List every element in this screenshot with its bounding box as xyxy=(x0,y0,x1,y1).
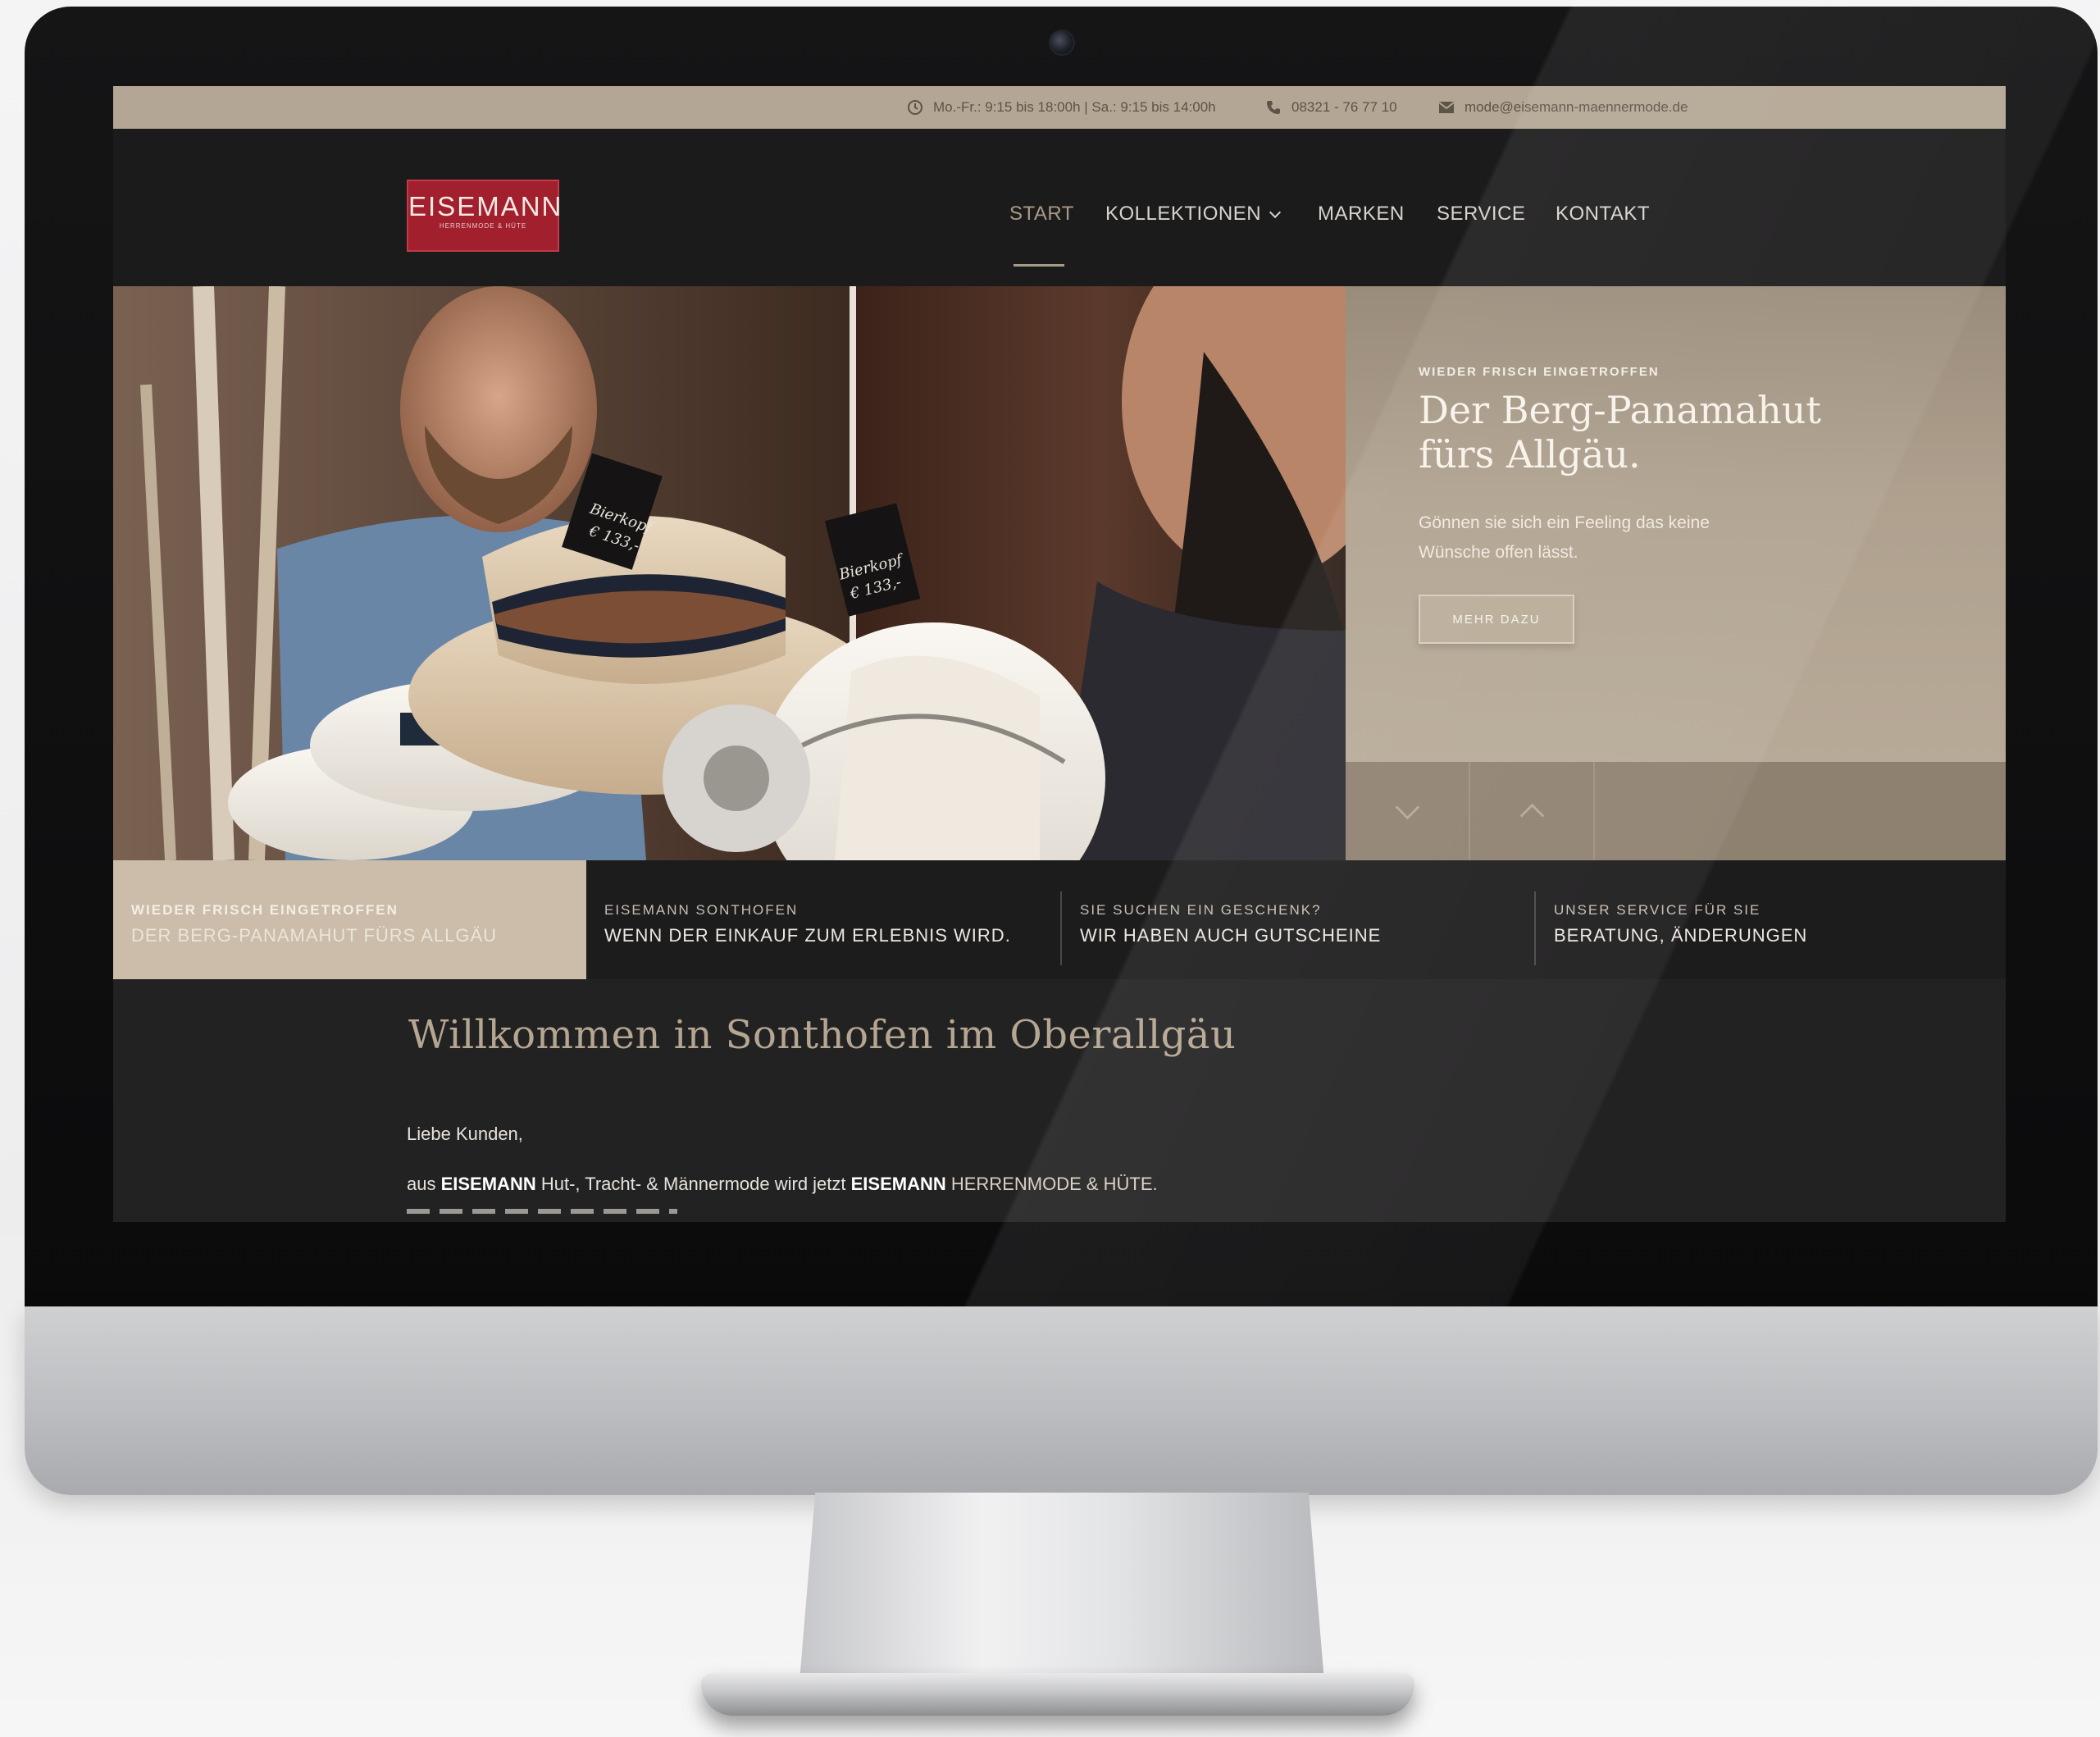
nav-service[interactable]: SERVICE xyxy=(1437,203,1525,226)
main-navigation: EISEMANN HERRENMODE & HÜTE START KOLLEKT… xyxy=(113,129,2006,286)
welcome-title: Willkommen in Sonthofen im Oberallgäu xyxy=(408,1012,1237,1058)
eisemann-logo[interactable]: EISEMANN HERRENMODE & HÜTE xyxy=(407,180,563,252)
slider-prev-button[interactable] xyxy=(1470,762,1595,860)
chevron-down-icon xyxy=(1269,206,1282,219)
email-link[interactable]: mode@eisemann-maennermode.de xyxy=(1438,99,1688,116)
teaser-eyebrow: UNSER SERVICE FÜR SIE xyxy=(1554,902,1761,918)
welcome-intro: aus EISEMANN Hut-, Tracht- & Männermode … xyxy=(407,1174,1158,1195)
intro-brand-old: EISEMANN xyxy=(440,1174,536,1194)
teaser-eyebrow: WIEDER FRISCH EINGETROFFEN xyxy=(131,902,399,918)
hero-title-line-1: Der Berg-Panamahut xyxy=(1419,388,1821,432)
teaser-row: WIEDER FRISCH EINGETROFFEN DER BERG-PANA… xyxy=(113,860,2006,979)
teaser-title: BERATUNG, ÄNDERUNGEN xyxy=(1554,925,1808,946)
teaser-panamahut[interactable]: WIEDER FRISCH EINGETROFFEN DER BERG-PANA… xyxy=(113,860,586,979)
logo-tagline: HERRENMODE & HÜTE xyxy=(439,222,527,230)
chevron-up-icon xyxy=(1519,803,1544,827)
intro-prefix: aus xyxy=(407,1174,441,1194)
monitor-chin xyxy=(25,1306,2098,1495)
intro-brand-new: EISEMANN xyxy=(850,1174,946,1194)
opening-hours: Mo.-Fr.: 9:15 bis 18:00h | Sa.: 9:15 bis… xyxy=(907,99,1216,116)
email-text: mode@eisemann-maennermode.de xyxy=(1465,99,1688,115)
teaser-title: DER BERG-PANAMAHUT FÜRS ALLGÄU xyxy=(131,925,498,946)
monitor-stand-base xyxy=(701,1673,1414,1716)
welcome-greeting: Liebe Kunden, xyxy=(407,1124,523,1144)
teaser-sonthofen[interactable]: EISEMANN SONTHOFEN WENN DER EINKAUF ZUM … xyxy=(586,860,1059,979)
logo-name: EISEMANN xyxy=(408,191,563,221)
phone-link[interactable]: 08321 - 76 77 10 xyxy=(1265,99,1397,116)
opening-hours-text: Mo.-Fr.: 9:15 bis 18:00h | Sa.: 9:15 bis… xyxy=(933,99,1216,115)
hero-title: Der Berg-Panamahut fürs Allgäu. xyxy=(1419,388,1845,476)
intro-suffix: HERRENMODE & HÜTE. xyxy=(945,1174,1158,1194)
cut-off-text-line xyxy=(407,1209,677,1214)
phone-icon xyxy=(1265,99,1282,116)
teaser-gutscheine[interactable]: SIE SUCHEN EIN GESCHENK? WIR HABEN AUCH … xyxy=(1062,860,1535,979)
clock-icon xyxy=(907,99,923,116)
teaser-title: WENN DER EINKAUF ZUM ERLEBNIS WIRD. xyxy=(604,925,1011,946)
hero-title-line-2: fürs Allgäu. xyxy=(1419,432,1641,476)
phone-text: 08321 - 76 77 10 xyxy=(1291,99,1397,115)
teaser-service[interactable]: UNSER SERVICE FÜR SIE BERATUNG, ÄNDERUNG… xyxy=(1536,860,2006,979)
webcam-icon xyxy=(1049,30,1075,56)
hero-text: Gönnen sie sich ein Feeling das keine Wü… xyxy=(1419,513,1710,562)
nav-kollektionen[interactable]: KOLLEKTIONEN xyxy=(1105,203,1282,226)
slider-next-button[interactable] xyxy=(1346,762,1470,860)
intro-middle: Hut-, Tracht- & Männermode wird jetzt xyxy=(535,1174,851,1194)
welcome-section: Willkommen in Sonthofen im Oberallgäu Li… xyxy=(113,979,2006,1222)
mehr-dazu-button[interactable]: MEHR DAZU xyxy=(1419,595,1574,644)
nav-kontakt[interactable]: KONTAKT xyxy=(1556,203,1650,226)
monitor-stand xyxy=(799,1493,1324,1681)
teaser-eyebrow: EISEMANN SONTHOFEN xyxy=(604,902,799,918)
active-nav-indicator xyxy=(1014,264,1064,267)
info-bar: Mo.-Fr.: 9:15 bis 18:00h | Sa.: 9:15 bis… xyxy=(113,86,2006,129)
nav-start[interactable]: START xyxy=(1009,203,1074,226)
website-screen: Mo.-Fr.: 9:15 bis 18:00h | Sa.: 9:15 bis… xyxy=(113,86,2006,1222)
teaser-title: WIR HABEN AUCH GUTSCHEINE xyxy=(1080,925,1382,946)
chevron-down-icon xyxy=(1395,795,1419,819)
nav-kollektionen-label: KOLLEKTIONEN xyxy=(1105,203,1262,225)
hero-image: Bierkopf € 133,- Bierkopf € 133,- xyxy=(113,286,1346,860)
mail-icon xyxy=(1438,99,1455,116)
nav-marken[interactable]: MARKEN xyxy=(1318,203,1405,226)
teaser-eyebrow: SIE SUCHEN EIN GESCHENK? xyxy=(1080,902,1322,918)
slider-controls xyxy=(1346,762,2006,860)
hero-eyebrow: WIEDER FRISCH EINGETROFFEN xyxy=(1419,365,1660,379)
